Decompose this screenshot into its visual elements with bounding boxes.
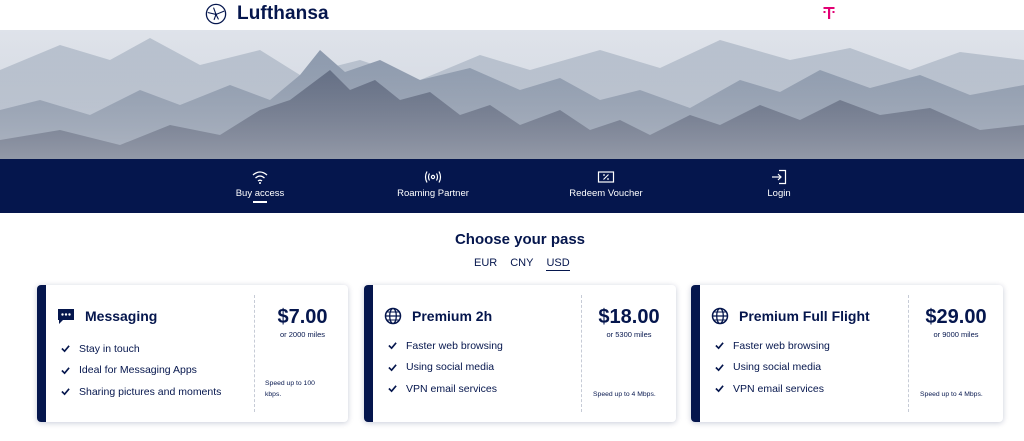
top-header: Lufthansa xyxy=(0,0,1024,30)
currency-selector: EUR CNY USD xyxy=(474,257,570,271)
feature-item: Faster web browsing xyxy=(715,335,830,357)
section-title: Choose your pass xyxy=(454,231,586,248)
speed-note: Speed up to 100 kbps. xyxy=(265,378,315,400)
price-block: $7.00 or 2000 miles xyxy=(257,305,348,339)
speed-note: Speed up to 4 Mbps. xyxy=(920,389,983,400)
feature-text: Stay in touch xyxy=(79,342,140,355)
speed-text: Speed up to 4 Mbps. xyxy=(920,391,983,398)
pass-price: $7.00 xyxy=(277,306,328,328)
feature-item: Sharing pictures and moments xyxy=(61,381,221,403)
globe-icon xyxy=(384,307,402,325)
pass-miles: or 2000 miles xyxy=(279,330,326,339)
currency-option-eur[interactable]: EUR xyxy=(474,257,497,271)
checkmark-icon xyxy=(61,345,70,353)
checkmark-icon xyxy=(715,385,724,393)
checkmark-icon xyxy=(61,367,70,375)
feature-item: Stay in touch xyxy=(61,338,221,360)
pass-title: Premium 2h xyxy=(412,308,493,324)
nav-label: Roaming Partner xyxy=(397,188,469,199)
chat-bubble-icon xyxy=(58,309,74,324)
feature-item: Ideal for Messaging Apps xyxy=(61,360,221,382)
speed-text: kbps. xyxy=(265,391,282,398)
roaming-icon xyxy=(424,171,442,183)
pass-miles: or 5300 miles xyxy=(606,330,652,339)
checkmark-icon xyxy=(715,342,724,350)
pass-card-messaging[interactable]: Messaging Stay in touch Ideal for Messag… xyxy=(37,285,348,422)
globe-icon xyxy=(711,307,729,325)
active-tab-indicator xyxy=(253,201,267,203)
currency-option-cny[interactable]: CNY xyxy=(510,257,533,271)
nav-buy-access[interactable]: Buy access xyxy=(205,159,315,213)
feature-item: Using social media xyxy=(388,357,503,379)
main-nav-bar: Buy access Roaming Partner Redeem Vouche… xyxy=(0,159,1024,213)
pass-title: Premium Full Flight xyxy=(739,308,870,324)
pass-card-premium-2h[interactable]: Premium 2h Faster web browsing Using soc… xyxy=(364,285,676,422)
feature-item: VPN email services xyxy=(715,378,830,400)
feature-text: Faster web browsing xyxy=(733,339,830,352)
pass-card-premium-full-flight[interactable]: Premium Full Flight Faster web browsing … xyxy=(691,285,1003,422)
card-header: Messaging xyxy=(57,307,157,325)
checkmark-icon xyxy=(388,342,397,350)
telekom-t-icon xyxy=(823,7,835,19)
card-header: Premium Full Flight xyxy=(711,307,870,325)
card-accent-bar xyxy=(364,285,373,422)
checkmark-icon xyxy=(715,364,724,372)
feature-list: Faster web browsing Using social media V… xyxy=(715,335,830,400)
card-accent-bar xyxy=(37,285,46,422)
feature-item: Using social media xyxy=(715,357,830,379)
nav-redeem-voucher[interactable]: Redeem Voucher xyxy=(551,159,661,213)
nav-label: Buy access xyxy=(235,188,285,199)
feature-text: Faster web browsing xyxy=(406,339,503,352)
currency-option-usd[interactable]: USD xyxy=(546,257,570,271)
nav-roaming-partner[interactable]: Roaming Partner xyxy=(378,159,488,213)
checkmark-icon xyxy=(61,388,70,396)
speed-text: Speed up to 4 Mbps. xyxy=(593,391,656,398)
feature-list: Faster web browsing Using social media V… xyxy=(388,335,503,400)
feature-item: VPN email services xyxy=(388,378,503,400)
feature-text: VPN email services xyxy=(406,382,498,395)
card-accent-bar xyxy=(691,285,700,422)
wifi-icon xyxy=(252,171,268,184)
hero-mountain-image xyxy=(0,30,1024,159)
feature-item: Faster web browsing xyxy=(388,335,503,357)
feature-list: Stay in touch Ideal for Messaging Apps S… xyxy=(61,338,221,403)
speed-note: Speed up to 4 Mbps. xyxy=(593,389,656,400)
pass-price: $18.00 xyxy=(598,306,660,328)
pass-price: $29.00 xyxy=(925,306,987,328)
checkmark-icon xyxy=(388,364,397,372)
speed-text: Speed up to 100 xyxy=(265,380,315,387)
nav-login[interactable]: Login xyxy=(724,159,834,213)
feature-text: Using social media xyxy=(733,361,822,374)
card-divider xyxy=(254,295,255,412)
nav-label: Login xyxy=(767,188,791,199)
feature-text: VPN email services xyxy=(733,382,825,395)
brand-name: Lufthansa xyxy=(237,3,329,24)
checkmark-icon xyxy=(388,385,397,393)
login-icon xyxy=(772,169,787,185)
nav-label: Redeem Voucher xyxy=(569,188,643,199)
feature-text: Using social media xyxy=(406,361,495,374)
voucher-icon xyxy=(597,171,615,183)
pass-miles: or 9000 miles xyxy=(933,330,979,339)
crane-logo-icon xyxy=(205,3,227,25)
price-block: $18.00 or 5300 miles xyxy=(582,305,676,339)
feature-text: Ideal for Messaging Apps xyxy=(79,364,197,377)
pass-title: Messaging xyxy=(85,308,158,324)
price-block: $29.00 or 9000 miles xyxy=(909,305,1003,339)
card-header: Premium 2h xyxy=(384,307,492,325)
brand-logo-link[interactable]: Lufthansa xyxy=(205,3,329,25)
feature-text: Sharing pictures and moments xyxy=(79,385,222,398)
